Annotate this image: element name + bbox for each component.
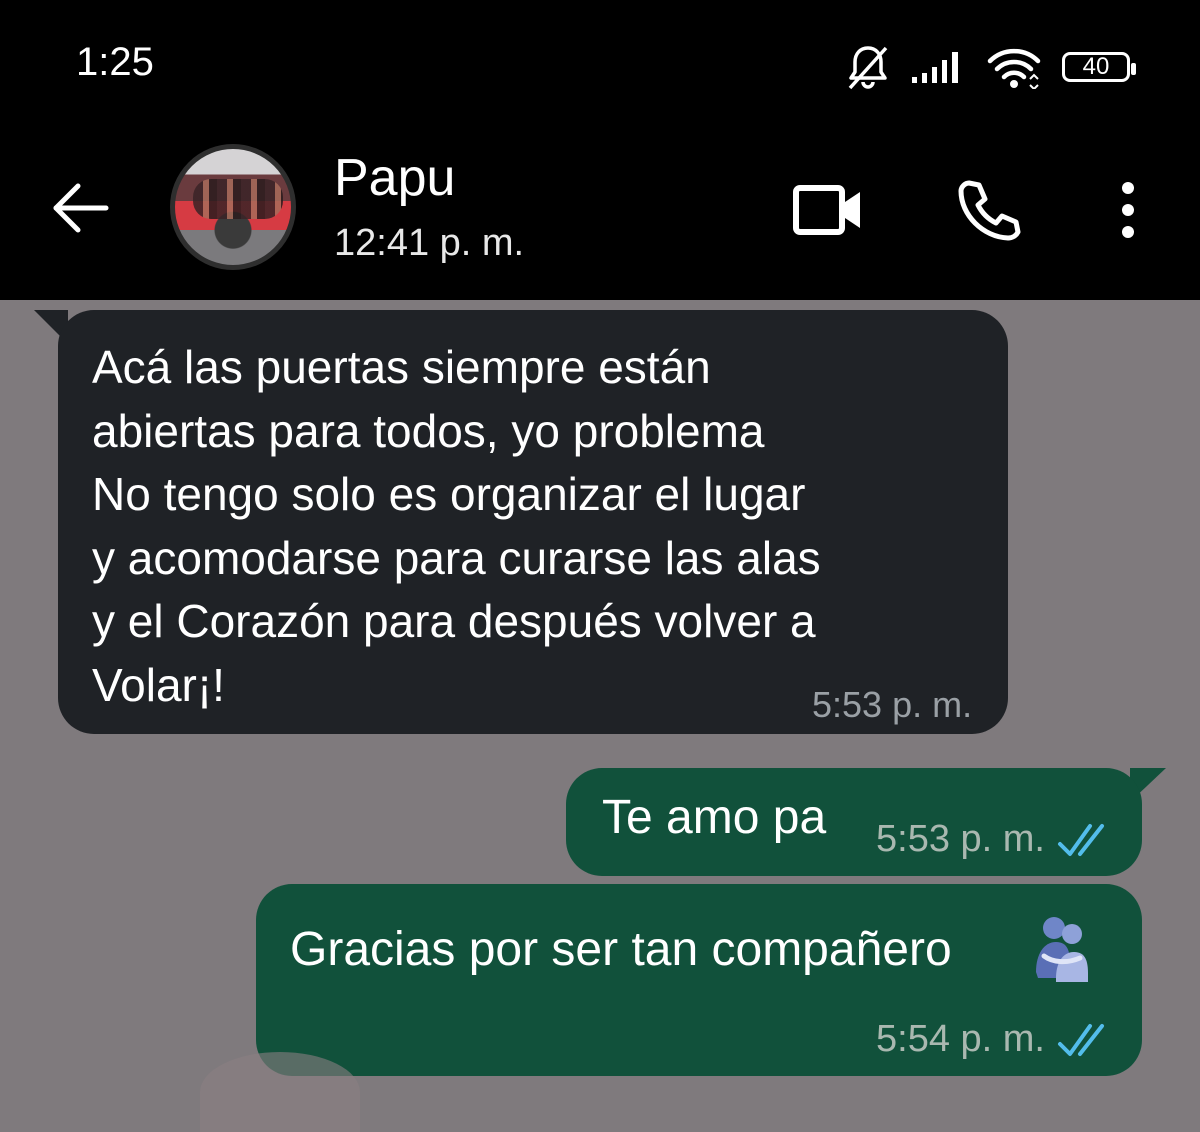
back-arrow-icon[interactable] [50, 178, 110, 238]
outgoing-message-text: Te amo pa [602, 791, 827, 844]
incoming-message-text: Acá las puertas siempre están abiertas p… [92, 341, 821, 711]
signal-icon [912, 52, 958, 83]
wifi-icon [987, 48, 1041, 89]
contact-name[interactable]: Papu [334, 148, 455, 208]
outgoing-message-time: 5:54 p. m. [876, 1018, 1045, 1060]
notifications-off-icon [848, 46, 888, 90]
video-call-icon [793, 185, 860, 235]
contact-last-seen: 12:41 p. m. [334, 222, 525, 264]
read-receipt-icon [1058, 824, 1104, 856]
phone-icon [958, 180, 1021, 241]
status-icons: 40 [846, 40, 1136, 94]
video-call-button[interactable] [788, 170, 868, 250]
status-time: 1:25 [76, 40, 154, 84]
more-options-button[interactable] [1088, 170, 1168, 250]
wallpaper-shape [200, 1052, 360, 1132]
status-bar: 1:25 40 [0, 0, 1200, 120]
read-receipt-icon [1058, 1024, 1104, 1056]
battery-level: 40 [1082, 53, 1110, 80]
outgoing-message-text: Gracias por ser tan compañero [290, 923, 952, 976]
voice-call-button[interactable] [948, 170, 1028, 250]
incoming-message-time: 5:53 p. m. [812, 684, 973, 725]
battery-icon: 40 [1062, 52, 1136, 82]
outgoing-message-time: 5:53 p. m. [876, 818, 1045, 860]
more-options-icon [1122, 182, 1134, 238]
contact-avatar[interactable] [170, 144, 296, 270]
hug-emoji [1036, 917, 1088, 982]
